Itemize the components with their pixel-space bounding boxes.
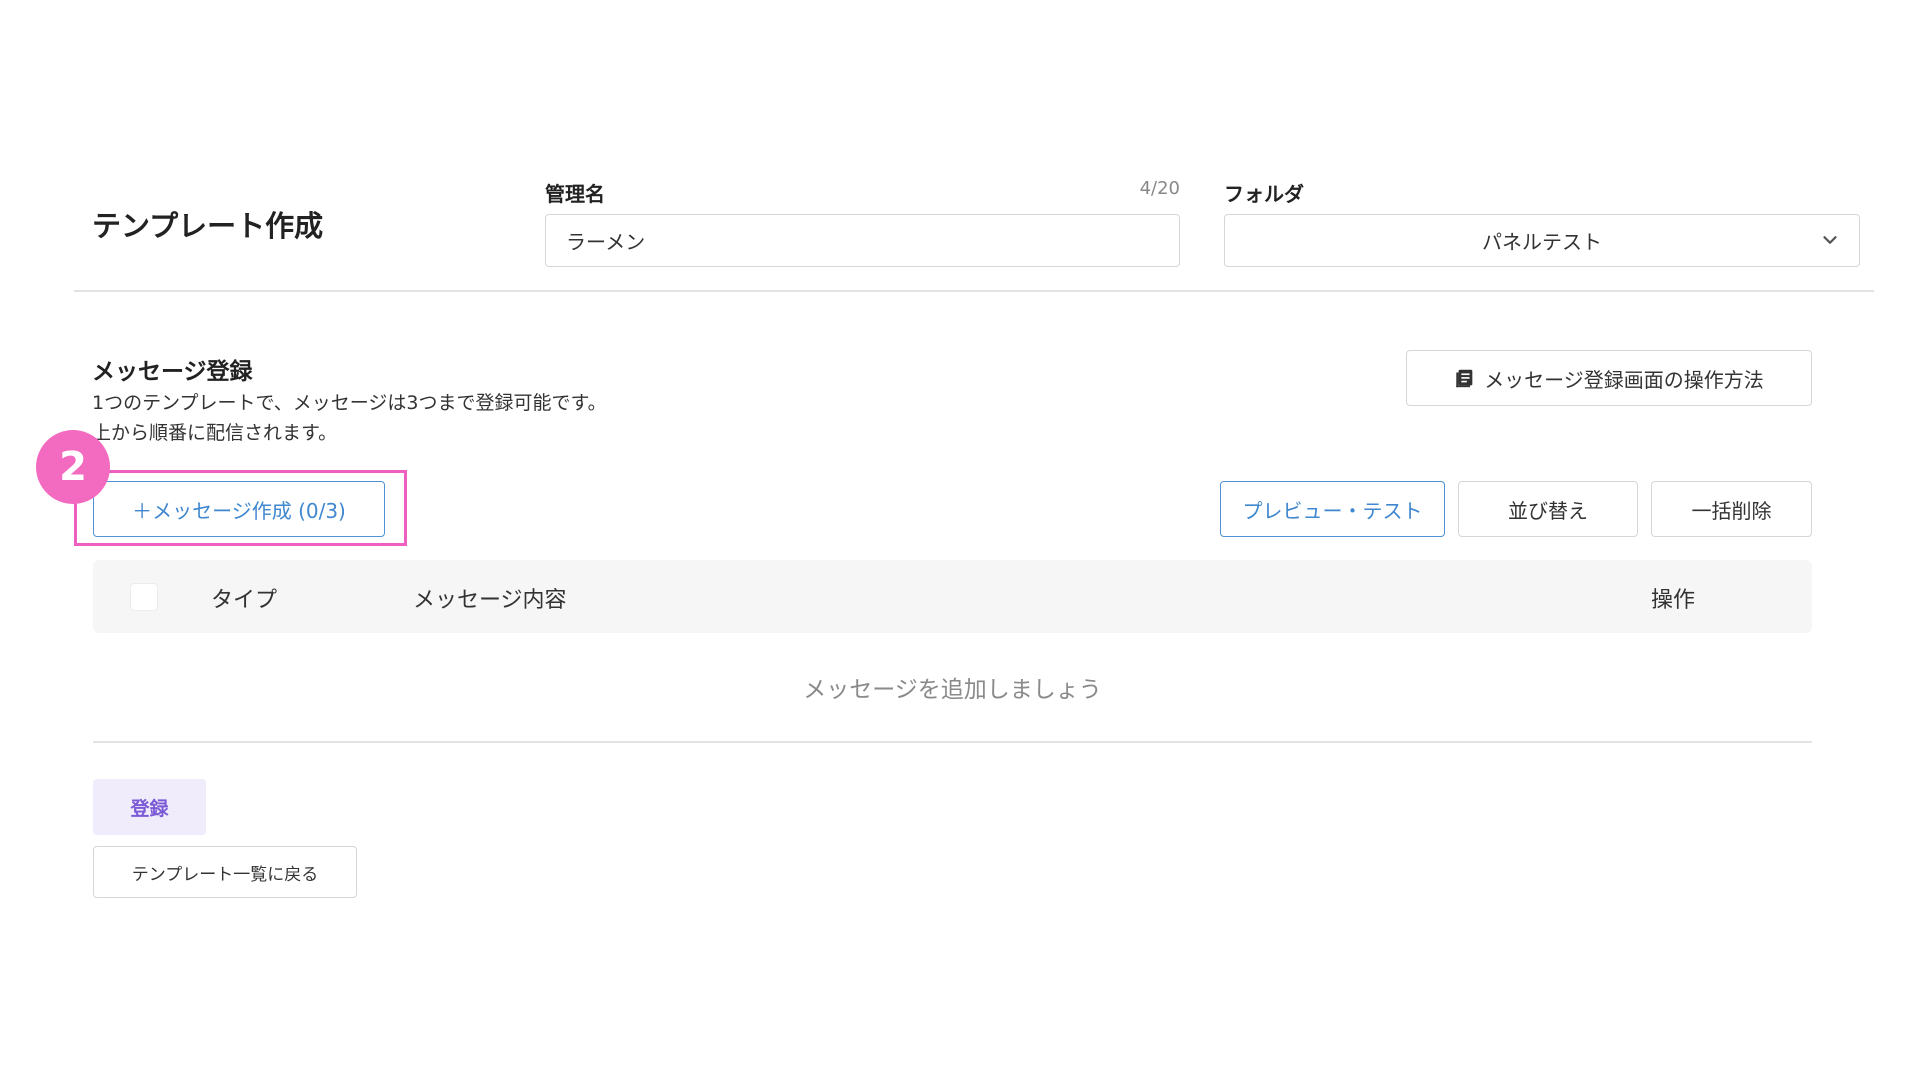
table-divider — [93, 741, 1812, 743]
select-all-checkbox[interactable] — [130, 583, 158, 611]
column-type: タイプ — [211, 588, 278, 613]
page-title: テンプレート作成 — [92, 209, 324, 243]
folder-select[interactable]: パネルテスト — [1224, 214, 1860, 267]
operation-guide-button[interactable]: メッセージ登録画面の操作方法 — [1406, 350, 1812, 406]
name-char-counter: 4/20 — [1139, 178, 1180, 199]
empty-state-message: メッセージを追加しましょう — [803, 677, 1102, 703]
section-title: メッセージ登録 — [92, 359, 253, 385]
bulk-delete-button[interactable]: 一括削除 — [1651, 481, 1812, 537]
register-button[interactable]: 登録 — [93, 779, 206, 835]
column-actions: 操作 — [1651, 588, 1696, 613]
preview-test-button[interactable]: プレビュー・テスト — [1220, 481, 1445, 537]
template-create-page: テンプレート作成 管理名 4/20 ラーメン フォルダ パネルテスト メッセージ… — [0, 0, 1920, 1080]
section-description-line2: 上から順番に配信されます。 — [92, 422, 338, 444]
create-message-button[interactable]: ＋メッセージ作成 (0/3) — [93, 481, 385, 537]
book-icon — [1456, 369, 1473, 388]
message-table-header: タイプ メッセージ内容 操作 — [93, 560, 1812, 633]
header-divider — [74, 290, 1874, 292]
name-field-label: 管理名 — [545, 182, 605, 206]
name-input-value: ラーメン — [566, 230, 646, 254]
column-message-content: メッセージ内容 — [413, 588, 567, 613]
folder-field-label: フォルダ — [1224, 182, 1304, 206]
name-input[interactable]: ラーメン — [545, 214, 1180, 267]
sort-button[interactable]: 並び替え — [1458, 481, 1638, 537]
section-description-line1: 1つのテンプレートで、メッセージは3つまで登録可能です。 — [92, 392, 607, 414]
back-to-list-button[interactable]: テンプレート一覧に戻る — [93, 846, 357, 898]
step-badge: 2 — [36, 430, 110, 504]
operation-guide-label: メッセージ登録画面の操作方法 — [1484, 367, 1764, 392]
folder-select-value: パネルテスト — [1482, 230, 1602, 254]
chevron-down-icon — [1823, 236, 1837, 244]
